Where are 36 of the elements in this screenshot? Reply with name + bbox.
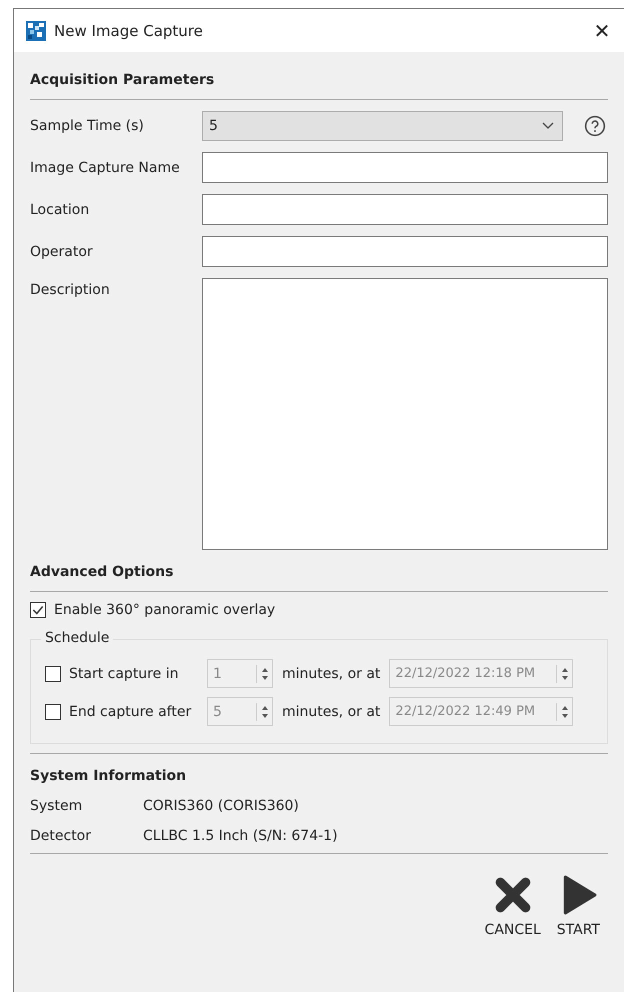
checkbox-label: Enable 360° panoramic overlay bbox=[54, 602, 276, 618]
input-field[interactable] bbox=[202, 152, 608, 183]
checkbox[interactable] bbox=[30, 602, 46, 618]
info-label: Detector bbox=[30, 828, 92, 844]
input-field[interactable] bbox=[202, 194, 608, 225]
help-icon[interactable] bbox=[584, 115, 606, 137]
app-icon bbox=[26, 20, 46, 40]
section-heading: Acquisition Parameters bbox=[30, 72, 216, 88]
checkbox-label: Start capture in bbox=[69, 666, 180, 682]
chevron-down-icon bbox=[542, 122, 554, 130]
spin-arrows-icon bbox=[556, 702, 570, 720]
field-label: Description bbox=[30, 282, 111, 298]
section-heading: System Information bbox=[30, 768, 188, 784]
checkbox[interactable] bbox=[45, 666, 61, 682]
info-value: CORIS360 (CORIS360) bbox=[143, 798, 299, 814]
section-heading: Advanced Options bbox=[30, 564, 174, 580]
start-button[interactable]: START bbox=[556, 874, 600, 938]
field-label: Operator bbox=[30, 244, 94, 260]
spin-arrows-icon bbox=[256, 664, 270, 682]
info-value: CLLBC 1.5 Inch (S/N: 674-1) bbox=[143, 828, 338, 844]
input-field[interactable] bbox=[202, 236, 608, 267]
field-label: Image Capture Name bbox=[30, 160, 181, 176]
spin-arrows-icon bbox=[256, 702, 270, 720]
window-title: New Image Capture bbox=[54, 22, 204, 40]
close-button[interactable]: ✕ bbox=[580, 10, 624, 50]
field-label: minutes, or at bbox=[282, 666, 380, 682]
field-label: Location bbox=[30, 202, 90, 218]
info-label: System bbox=[30, 798, 84, 814]
field-label: minutes, or at bbox=[282, 704, 380, 720]
checkbox-label: End capture after bbox=[69, 704, 192, 720]
spin-arrows-icon bbox=[556, 664, 570, 682]
field-label: Sample Time (s) bbox=[30, 118, 145, 134]
sample-time-dropdown[interactable]: 5 bbox=[202, 111, 563, 141]
cancel-button[interactable]: CANCEL bbox=[484, 874, 541, 938]
description-field[interactable] bbox=[202, 278, 608, 550]
checkbox[interactable] bbox=[45, 704, 61, 720]
